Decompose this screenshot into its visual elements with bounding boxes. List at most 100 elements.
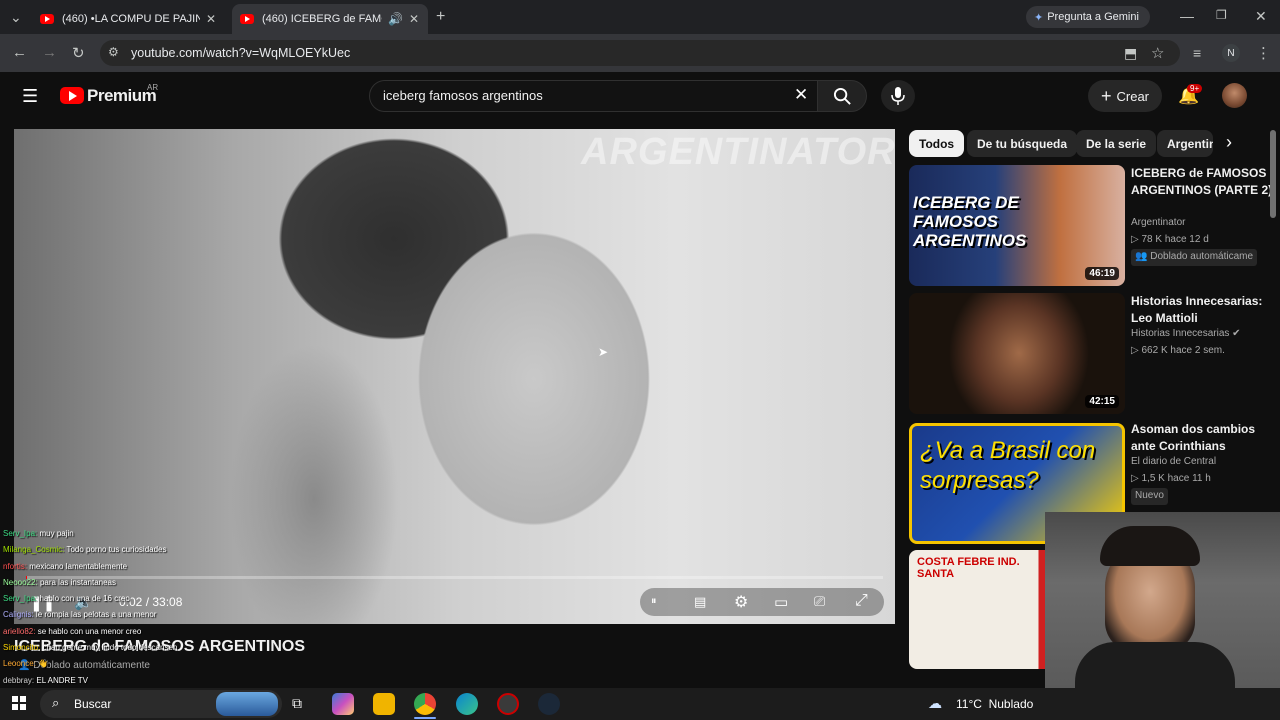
task-view-icon[interactable]: ⧉ [292, 695, 302, 712]
back-icon[interactable]: ← [12, 44, 27, 61]
channel-name[interactable]: Argentinator [1131, 215, 1276, 232]
thumbnail-text: ¿Va a Brasil con sorpresas? [920, 437, 1096, 494]
active-app-indicator [414, 717, 436, 719]
dubbed-badge: 👥 Doblado automáticame [1131, 249, 1276, 266]
chat-username: Serv_Ipa: [3, 594, 38, 604]
settings-gear-icon[interactable]: ⚙ [734, 592, 748, 612]
plus-icon: + [1100, 85, 1112, 106]
recommendation-title[interactable]: ICEBERG de FAMOSOS ARGENTINOS (PARTE 2) [1131, 165, 1276, 198]
close-tab-icon[interactable]: ✕ [206, 12, 216, 26]
chat-username: Leoonce: [3, 659, 36, 669]
chip-label: De tu búsqueda [977, 136, 1068, 151]
stream-chat-overlay: Serv_Ipa: muy pajin Milanga_Cosmic: Todo … [3, 526, 263, 705]
chat-message: Milanga_Cosmic: Todo porno tus curiosida… [3, 542, 263, 558]
address-bar[interactable]: ⚙ youtube.com/watch?v=WqMLOEYkUec [100, 40, 1180, 66]
webcam-overlay [1045, 512, 1280, 689]
steam-icon[interactable] [538, 693, 560, 715]
taskbar-search-label: Buscar [74, 697, 112, 711]
video-stats: ▷ 78 K hace 12 d [1131, 232, 1276, 249]
recommendation-title[interactable]: Asoman dos cambios ante Corinthians [1131, 421, 1276, 454]
channel-name[interactable]: El diario de Central [1131, 454, 1276, 471]
recommendation-thumbnail[interactable]: 42:15 [909, 293, 1125, 414]
url-text[interactable]: youtube.com/watch?v=WqMLOEYkUec [131, 46, 350, 60]
cast-icon[interactable]: ⎚ [814, 593, 825, 610]
recommendation-thumbnail[interactable]: ICEBERG DE FAMOSOS ARGENTINOS 46:19 [909, 165, 1125, 286]
channel-row[interactable]: Historias Innecesarias ✔ [1131, 326, 1276, 343]
maximize-icon[interactable]: ❐ [1216, 8, 1227, 22]
new-tab-icon[interactable]: + [436, 8, 445, 26]
chat-username: debbray: [3, 675, 35, 685]
clear-search-icon[interactable]: ✕ [794, 85, 808, 105]
media-controls-icon[interactable]: ≡ [1193, 45, 1201, 61]
chip-todos[interactable]: Todos [909, 130, 965, 157]
edge-icon[interactable] [456, 693, 478, 715]
chat-message: Leoonce: 👋 [3, 656, 263, 672]
channel-name[interactable]: Historias Innecesarias [1131, 328, 1229, 339]
user-avatar[interactable] [1222, 83, 1247, 108]
chip-de-tu-busqueda[interactable]: De tu búsqueda [967, 130, 1078, 157]
tab-title: (460) •LA COMPU DE PAJIN• Re [62, 13, 200, 25]
chrome-icon[interactable] [414, 693, 436, 715]
search-input[interactable]: iceberg famosos argentinos [383, 88, 543, 103]
search-icon: ⌕ [52, 695, 60, 710]
speaker-icon[interactable]: 🔊 [388, 12, 403, 26]
chip-argentina[interactable]: Argentin [1157, 130, 1213, 157]
tab-title: (460) ICEBERG de FAMOSOS [262, 13, 382, 25]
close-window-icon[interactable]: ✕ [1255, 8, 1267, 25]
views-icon: ▷ [1131, 234, 1139, 245]
install-app-icon[interactable]: ⬒ [1124, 45, 1137, 62]
youtube-logo-icon[interactable] [60, 87, 84, 104]
chat-username: Simoncito: [3, 643, 41, 653]
search-icon [833, 87, 851, 105]
taskbar-search[interactable]: ⌕ Buscar [40, 690, 282, 718]
autoplay-toggle-icon[interactable]: ⏸ [651, 595, 657, 608]
chip-label: De la serie [1086, 136, 1147, 151]
search-button[interactable] [817, 80, 867, 112]
region-code: AR [147, 83, 159, 92]
close-tab-icon[interactable]: ✕ [409, 12, 419, 26]
youtube-premium-logo[interactable]: Premium [87, 86, 157, 106]
file-explorer-icon[interactable] [373, 693, 395, 715]
chat-message: nfortis: mexicano lamentablemente [3, 559, 263, 575]
chip-label: Todos [919, 136, 955, 151]
chat-message: Serv_Ipa: muy pajin [3, 526, 263, 542]
chat-username: ariello82: [3, 626, 36, 636]
profile-avatar[interactable]: N [1222, 44, 1240, 62]
subtitles-icon[interactable]: ▤ [694, 594, 706, 610]
dub-icon: 👥 [1135, 251, 1148, 262]
microphone-icon [891, 87, 905, 105]
fullscreen-icon[interactable]: ⤢ [855, 592, 868, 610]
search-highlight-image [216, 692, 278, 716]
chip-de-la-serie[interactable]: De la serie [1076, 130, 1157, 157]
minimize-icon[interactable]: — [1180, 8, 1194, 24]
menu-kebab-icon[interactable]: ⋮ [1256, 44, 1271, 62]
chat-text: para las instantaneas [39, 577, 116, 587]
views-icon: ▷ [1131, 345, 1139, 356]
sidebar-scrollbar[interactable] [1270, 130, 1276, 218]
voice-search-button[interactable] [881, 80, 915, 112]
new-badge: Nuevo [1131, 488, 1276, 505]
obs-icon[interactable] [497, 693, 519, 715]
chips-next-icon[interactable]: › [1226, 132, 1232, 153]
theater-mode-icon[interactable]: ▭ [774, 593, 788, 611]
windows-start-icon[interactable] [12, 696, 26, 710]
reload-icon[interactable]: ↻ [72, 44, 85, 62]
weather-text: 11°C Nublado [956, 697, 1034, 711]
mouse-cursor-icon: ➤ [598, 345, 609, 359]
video-duration: 42:15 [1085, 395, 1119, 408]
hamburger-menu-icon[interactable]: ☰ [22, 86, 38, 107]
forward-icon[interactable]: → [42, 44, 57, 61]
copilot-icon[interactable] [332, 693, 354, 715]
gemini-button[interactable]: ✦ Pregunta a Gemini [1026, 6, 1150, 28]
bookmark-star-icon[interactable]: ☆ [1151, 44, 1164, 62]
browser-tab-1[interactable]: (460) •LA COMPU DE PAJIN• Re ✕ [32, 4, 230, 34]
stats-text: 662 K hace 2 sem. [1141, 345, 1225, 356]
search-box[interactable]: iceberg famosos argentinos ✕ [369, 80, 818, 112]
recommendation-title[interactable]: Historias Innecesarias: Leo Mattioli [1131, 293, 1276, 326]
video-stats: ▷ 1,5 K hace 11 h [1131, 471, 1276, 488]
tab-list-icon[interactable]: ⌄ [10, 9, 22, 26]
chat-username: Serv_Ipa: [3, 529, 38, 538]
site-info-icon[interactable]: ⚙ [108, 45, 119, 59]
create-button[interactable]: + Crear [1088, 80, 1162, 112]
browser-tab-2[interactable]: (460) ICEBERG de FAMOSOS 🔊 ✕ [232, 4, 428, 34]
